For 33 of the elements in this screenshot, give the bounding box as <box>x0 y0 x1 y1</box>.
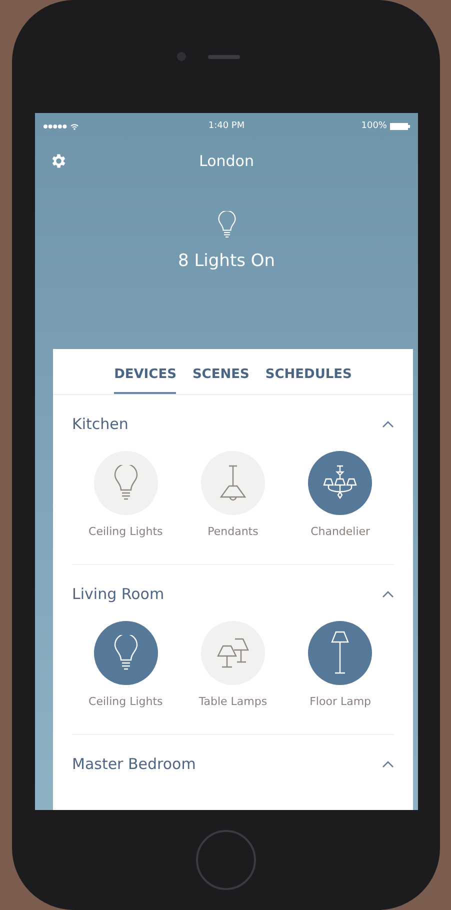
device-name: Pendants <box>208 525 258 538</box>
status-time: 1:40 PM <box>208 121 245 131</box>
battery-percent: 100% <box>361 121 387 131</box>
bulb-icon <box>114 635 138 671</box>
signal-icon <box>43 124 67 128</box>
location-title: London <box>198 152 255 170</box>
bulb-icon <box>218 211 236 239</box>
collapse-button[interactable] <box>382 420 394 428</box>
device-name: Table Lamps <box>198 695 268 708</box>
caret-icon <box>382 590 394 598</box>
device-name: Chandelier <box>310 525 370 538</box>
collapse-button[interactable] <box>382 590 394 598</box>
battery-icon <box>390 122 410 130</box>
room-name: Kitchen <box>72 415 128 433</box>
wifi-icon <box>70 122 79 130</box>
room-name: Living Room <box>72 585 164 603</box>
tab[interactable]: SCHEDULES <box>265 367 352 394</box>
speaker-icon <box>208 54 240 58</box>
room-name: Master Bedroom <box>72 755 196 773</box>
device-name: Floor Lamp <box>310 695 372 708</box>
tab[interactable]: SCENES <box>192 367 250 394</box>
lights-on-count: 8 Lights On <box>178 251 276 271</box>
device-name: Ceiling Lights <box>88 525 163 538</box>
chandelier-icon <box>322 465 358 501</box>
floor-lamp-icon <box>330 631 350 675</box>
caret-icon <box>382 420 394 428</box>
bulb-icon <box>114 465 138 501</box>
tab[interactable]: DEVICES <box>114 367 176 394</box>
pendant-lamp-icon <box>218 465 247 501</box>
collapse-button[interactable] <box>382 760 394 768</box>
table-lamps-icon <box>214 637 251 669</box>
device-name: Ceiling Lights <box>88 695 163 708</box>
caret-icon <box>382 760 394 768</box>
